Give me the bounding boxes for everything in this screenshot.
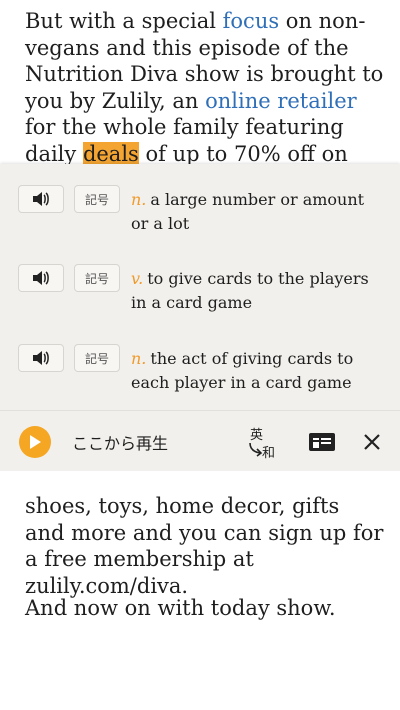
dict-icon-bottom-text: 和: [262, 446, 275, 459]
definition-text: n. a large number or amount or a lot: [131, 188, 371, 236]
speaker-button[interactable]: [18, 264, 64, 292]
highlighted-word[interactable]: deals: [82, 141, 139, 166]
player-toolbar: ここから再生 英 和: [0, 410, 400, 471]
note-button[interactable]: 記号: [74, 264, 120, 292]
card-icon[interactable]: [308, 431, 336, 453]
definition-text: n. the act of giving cards to each player…: [131, 347, 371, 395]
definition-body: the act of giving cards to each player i…: [131, 349, 354, 392]
article-text-segment: of up to 70% off on: [138, 141, 348, 166]
article-link[interactable]: online retailer: [205, 89, 357, 113]
article-text-segment: But with a special: [25, 9, 223, 33]
definition-body: a large number or amount or a lot: [131, 190, 365, 233]
note-button[interactable]: 記号: [74, 344, 120, 372]
dict-icon-top-text: 英: [250, 428, 263, 443]
play-from-here-label[interactable]: ここから再生: [72, 430, 168, 454]
article-text-3: And now on with today show.: [25, 596, 336, 620]
definition-text: v. to give cards to the players in a card…: [131, 267, 371, 315]
part-of-speech: v.: [131, 269, 144, 288]
part-of-speech: n.: [131, 349, 147, 368]
play-button[interactable]: [19, 426, 51, 458]
speaker-button[interactable]: [18, 185, 64, 213]
article-link[interactable]: focus: [223, 9, 279, 33]
dictionary-popup: 記号 n. a large number or amount or a lot 記…: [0, 164, 400, 410]
dictionary-switch-icon[interactable]: 英 和: [244, 425, 278, 459]
definition-row: 記号 n. the act of giving cards to each pla…: [0, 333, 400, 403]
speaker-icon: [33, 271, 49, 285]
definition-body: to give cards to the players in a card g…: [131, 269, 369, 312]
close-icon[interactable]: [362, 432, 382, 452]
speaker-button[interactable]: [18, 344, 64, 372]
speaker-icon: [33, 351, 49, 365]
definition-row: 記号 v. to give cards to the players in a c…: [0, 253, 400, 323]
article-paragraph-3: And now on with today show.: [25, 574, 385, 643]
play-icon: [30, 435, 41, 449]
definition-row: 記号 n. a large number or amount or a lot: [0, 174, 400, 244]
speaker-icon: [33, 192, 49, 206]
part-of-speech: n.: [131, 190, 147, 209]
note-button[interactable]: 記号: [74, 185, 120, 213]
